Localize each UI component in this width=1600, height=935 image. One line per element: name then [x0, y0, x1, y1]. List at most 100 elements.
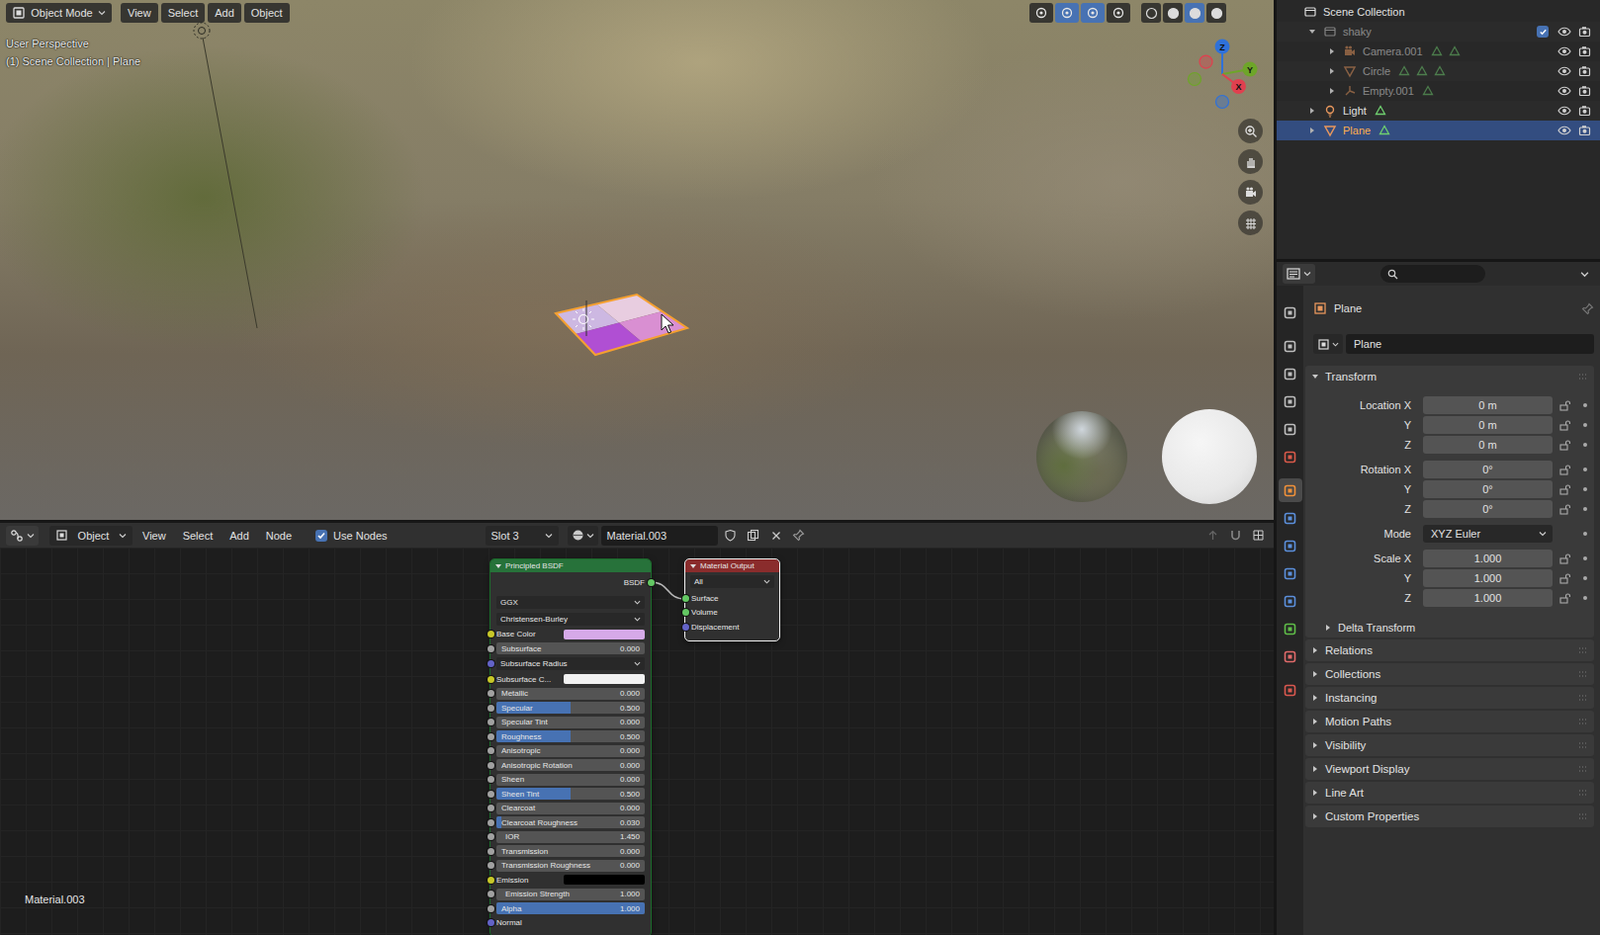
keyframe-dot[interactable]	[1583, 467, 1588, 472]
number-field[interactable]: 1.000	[1422, 549, 1553, 568]
modifier-tab[interactable]	[1278, 506, 1303, 531]
node-input[interactable]: Roughness0.500	[490, 729, 651, 745]
navigation-gizmo[interactable]: ZYX	[1188, 39, 1258, 109]
drag-handle-icon[interactable]	[1578, 694, 1589, 703]
number-field[interactable]: 0°	[1422, 480, 1553, 499]
menu-button[interactable]: Select	[161, 2, 206, 23]
color-swatch[interactable]	[563, 629, 645, 640]
visibility-toggle[interactable]	[1554, 45, 1575, 58]
lock-toggle[interactable]	[1552, 503, 1577, 516]
color-swatch[interactable]	[563, 875, 645, 886]
node-slider[interactable]: Transmission Roughness0.000	[496, 860, 645, 873]
outliner-row[interactable]: Plane	[1276, 120, 1600, 141]
node-input[interactable]: Alpha1.000	[490, 901, 651, 917]
input-socket[interactable]	[487, 776, 495, 784]
node-slider[interactable]: Metallic0.000	[496, 688, 645, 701]
node-slider[interactable]: Specular0.500	[496, 702, 645, 714]
output-tab[interactable]	[1278, 361, 1303, 386]
slot-dropdown[interactable]: Slot 3	[485, 526, 559, 546]
node-input[interactable]: Base Color	[490, 627, 651, 643]
outliner-row[interactable]: Light	[1276, 100, 1600, 121]
drag-handle-icon[interactable]	[1578, 765, 1589, 774]
node-input[interactable]: IOR1.450	[490, 830, 651, 846]
node-field[interactable]: Emission Strength1.000	[496, 888, 645, 901]
node-slider[interactable]: Anisotropic Rotation0.000	[496, 759, 645, 772]
node-header[interactable]: Principled BSDF	[490, 559, 651, 573]
input-socket[interactable]	[487, 747, 495, 755]
visibility-toggle[interactable]	[1554, 25, 1575, 38]
node-field[interactable]: IOR1.450	[496, 831, 645, 844]
node-slider[interactable]: Sheen0.000	[496, 774, 645, 787]
lock-toggle[interactable]	[1552, 483, 1577, 496]
number-field[interactable]: 0 m	[1422, 436, 1553, 454]
visibility-toggle[interactable]	[1554, 124, 1575, 137]
texture-tab[interactable]	[1278, 678, 1303, 703]
material-output-node[interactable]: Material OutputAllSurfaceVolumeDisplacem…	[685, 559, 780, 641]
use-nodes-checkbox[interactable]: Use Nodes	[315, 530, 387, 542]
input-socket[interactable]	[487, 645, 495, 653]
unlink-button[interactable]	[766, 526, 787, 546]
node-input[interactable]: Sheen0.000	[490, 773, 651, 789]
node-slider[interactable]: Transmission0.000	[496, 845, 645, 858]
input-socket[interactable]	[487, 819, 495, 827]
material-tab[interactable]	[1278, 644, 1303, 669]
panel-header[interactable]: Instancing	[1305, 687, 1595, 710]
object-name-field[interactable]: Plane	[1345, 334, 1595, 355]
node-input[interactable]: GGX	[490, 595, 651, 613]
data-icon[interactable]	[1374, 104, 1387, 117]
node-slider[interactable]: Anisotropic0.000	[496, 745, 645, 758]
keyframe-dot[interactable]	[1583, 487, 1588, 492]
node-slider[interactable]: Sheen Tint0.500	[496, 788, 645, 800]
input-socket[interactable]	[682, 595, 690, 603]
visibility-toggle[interactable]	[1554, 85, 1575, 97]
constraints-tab[interactable]	[1278, 589, 1303, 614]
input-socket[interactable]	[487, 762, 495, 770]
input-socket[interactable]	[487, 919, 495, 927]
drag-handle-icon[interactable]	[1578, 741, 1589, 750]
zoom-button[interactable]	[1238, 118, 1263, 144]
outliner-row[interactable]: shaky	[1276, 21, 1600, 42]
shading-mode-button[interactable]	[1162, 2, 1183, 23]
input-socket[interactable]	[487, 676, 495, 684]
scene-tab[interactable]	[1278, 417, 1303, 442]
expand-toggle[interactable]	[1324, 67, 1340, 76]
menu-button[interactable]: View	[120, 2, 159, 23]
node-header[interactable]: Material Output	[685, 559, 780, 573]
data-tab[interactable]	[1278, 617, 1303, 641]
panel-header[interactable]: Custom Properties	[1305, 805, 1595, 828]
node-slider[interactable]: Alpha1.000	[496, 902, 645, 915]
drag-handle-icon[interactable]	[1578, 646, 1589, 655]
data-icon[interactable]	[1416, 65, 1428, 78]
node-input[interactable]: Emission	[490, 873, 651, 889]
lock-toggle[interactable]	[1552, 463, 1577, 476]
number-field[interactable]: 0°	[1422, 460, 1553, 479]
keyframe-dot[interactable]	[1583, 596, 1588, 601]
exclude-checkbox[interactable]	[1536, 25, 1549, 38]
viewport-toggle[interactable]	[1055, 2, 1079, 23]
render-toggle[interactable]	[1574, 25, 1595, 38]
lock-toggle[interactable]	[1552, 439, 1577, 451]
number-field[interactable]: 1.000	[1422, 569, 1553, 588]
node-dropdown[interactable]: Christensen-Burley	[496, 613, 645, 626]
panel-header[interactable]: Transform	[1305, 365, 1595, 388]
number-field[interactable]: 0 m	[1422, 396, 1553, 415]
node-input[interactable]: Anisotropic0.000	[490, 744, 651, 760]
input-socket[interactable]	[487, 718, 495, 726]
node-input[interactable]: Normal	[490, 916, 651, 932]
input-socket[interactable]	[487, 733, 495, 741]
render-toggle[interactable]	[1574, 85, 1595, 97]
node-dropdown[interactable]: GGX	[496, 596, 645, 610]
lock-toggle[interactable]	[1552, 419, 1577, 432]
panel-header[interactable]: Collections	[1305, 663, 1595, 686]
render-toggle[interactable]	[1574, 45, 1595, 58]
material-browse-button[interactable]	[567, 526, 599, 546]
outliner-row[interactable]: Empty.001	[1276, 81, 1600, 101]
input-socket[interactable]	[487, 690, 495, 698]
input-socket[interactable]	[487, 877, 495, 885]
node-input[interactable]: Subsurface C...	[490, 672, 651, 688]
menu-button[interactable]: Select	[176, 528, 221, 544]
plane-object[interactable]	[555, 294, 688, 356]
physics-tab[interactable]	[1278, 561, 1303, 586]
menu-button[interactable]: View	[135, 528, 174, 544]
shader-type-dropdown[interactable]: Object	[49, 526, 133, 546]
